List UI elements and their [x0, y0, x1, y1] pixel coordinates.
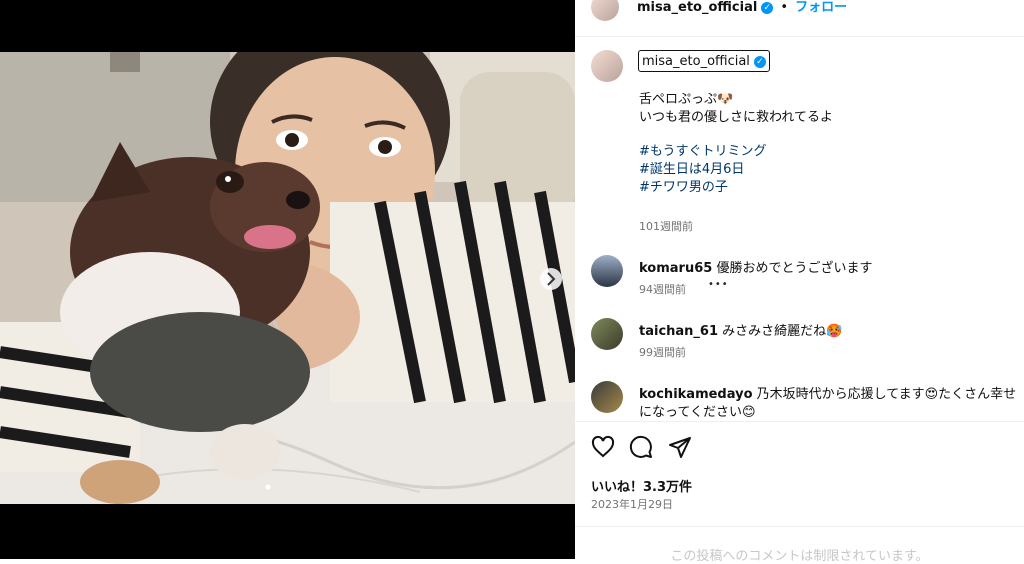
caption-username[interactable]: misa_eto_official: [642, 54, 750, 69]
caption-username-link[interactable]: misa_eto_official ✓: [638, 50, 770, 72]
header-separator: •: [780, 0, 789, 15]
comment-item: kochikamedayo 乃木坂時代から応援してます😍たくさん幸せ: [639, 383, 1016, 402]
post-sidebar: misa_eto_official ✓ • フォロー misa_eto_offic…: [575, 0, 1024, 564]
caption-line-2: いつも君の優しさに救われてるよ: [639, 110, 833, 125]
actions-divider: [575, 421, 1024, 422]
verified-badge-icon: ✓: [761, 2, 774, 14]
carousel-dots: [262, 482, 274, 492]
carousel-next-button[interactable]: [540, 215, 564, 239]
follow-button[interactable]: フォロー: [795, 0, 847, 15]
comment-avatar[interactable]: [591, 318, 623, 350]
caption-line-1: 舌ペロぷっぷ🐶: [639, 92, 734, 107]
comment-timestamp[interactable]: 99週間前: [639, 344, 686, 360]
comment-item: komaru65 優勝おめでとうございます: [639, 257, 872, 276]
comment-username[interactable]: komaru65: [639, 261, 712, 276]
header-username[interactable]: misa_eto_official: [637, 0, 757, 15]
send-icon[interactable]: [668, 435, 692, 459]
more-options-icon[interactable]: •••: [708, 279, 729, 290]
post-photo: [0, 52, 575, 504]
comment-text: 乃木坂時代から応援してます😍たくさん幸せ: [756, 387, 1017, 402]
hashtag-link[interactable]: #誕生日は4月6日: [639, 158, 744, 177]
header-avatar[interactable]: [591, 0, 619, 21]
comment-timestamp[interactable]: 94週間前: [639, 281, 686, 297]
footer-divider: [575, 526, 1024, 527]
comment-username[interactable]: taichan_61: [639, 324, 718, 339]
post-header: misa_eto_official ✓ • フォロー: [637, 0, 847, 15]
comment-avatar[interactable]: [591, 255, 623, 287]
comment-text: 優勝おめでとうございます: [716, 261, 873, 276]
caption-avatar[interactable]: [591, 50, 623, 82]
comments-restricted-notice: この投稿へのコメントは制限されています。: [670, 549, 929, 564]
media-viewer: [0, 0, 575, 559]
comment-item: taichan_61 みさみさ綺麗だね🥵: [639, 320, 842, 339]
heart-icon[interactable]: [591, 435, 615, 459]
post-date[interactable]: 2023年1月29日: [591, 496, 673, 512]
hashtag-link[interactable]: #もうすぐトリミング: [639, 140, 767, 159]
verified-badge-icon: ✓: [753, 56, 766, 68]
comment-text-continued: になってください😊: [639, 405, 756, 420]
comment-icon[interactable]: [629, 435, 653, 459]
likes-count[interactable]: いいね！3.3万件: [591, 476, 692, 495]
header-divider: [575, 36, 1024, 37]
photo-illustration: [0, 52, 575, 504]
comment-text: みさみさ綺麗だね🥵: [722, 324, 843, 339]
caption-timestamp[interactable]: 101週間前: [639, 218, 693, 234]
comment-username[interactable]: kochikamedayo: [639, 387, 753, 402]
hashtag-link[interactable]: #チワワ男の子: [639, 176, 728, 195]
comment-avatar[interactable]: [591, 381, 623, 413]
